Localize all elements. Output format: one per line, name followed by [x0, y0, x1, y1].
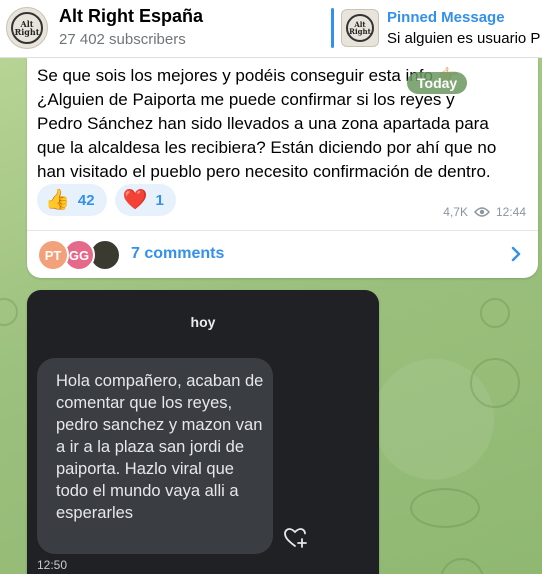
pinned-thumbnail: Alt Right [341, 9, 379, 47]
eye-icon [473, 207, 490, 217]
heart-plus-icon [284, 528, 307, 548]
date-pill: Today [407, 72, 468, 94]
commenter-avatar: PT [37, 239, 69, 271]
screenshot-message-bubble: Hola compañero, acaban de comentar que l… [37, 358, 273, 554]
reaction-thumbs-up[interactable]: 👍 42 [37, 184, 107, 216]
post-time: 12:44 [495, 205, 526, 219]
avatar-text-line2: Right [14, 27, 40, 37]
comments-button[interactable]: PT GG 7 comments [27, 231, 538, 278]
photo-attachment[interactable]: hoy Hola compañero, acaban de comentar q… [27, 290, 379, 574]
reaction-count: 1 [155, 191, 164, 209]
heart-icon: ❤️ [122, 189, 148, 211]
pinned-indicator [331, 8, 334, 48]
channel-logo-icon: Alt Right [11, 12, 43, 44]
pinned-title: Pinned Message [387, 9, 505, 26]
reaction-count: 42 [77, 191, 95, 209]
post-meta: 4,7K 12:44 [443, 205, 526, 219]
avatar-initials: GG [68, 247, 90, 263]
chat-header: Alt Right Alt Right España 27 402 subscr… [0, 0, 542, 58]
chevron-right-icon [511, 246, 521, 262]
screenshot-time: 12:50 [37, 558, 68, 572]
comments-label: 7 comments [131, 245, 225, 262]
view-count: 4,7K [443, 205, 468, 219]
reaction-heart[interactable]: ❤️ 1 [114, 184, 176, 216]
thumbs-up-icon: 👍 [45, 189, 70, 211]
avatar-text-line2: Right [349, 27, 371, 36]
channel-logo-icon: Alt Right [346, 14, 374, 42]
channel-title[interactable]: Alt Right España [59, 6, 203, 27]
screenshot-message-text: Hola compañero, acaban de comentar que l… [56, 372, 264, 522]
channel-avatar[interactable]: Alt Right [6, 7, 48, 49]
pinned-message-bar[interactable]: Alt Right Pinned Message Si alguien es u… [331, 8, 542, 48]
channel-post: Se que sois los mejores y podéis consegu… [27, 58, 538, 278]
photo-date-header: hoy [190, 314, 216, 330]
reactions: 👍 42 ❤️ 1 [37, 184, 176, 216]
subscriber-count: 27 402 subscribers [59, 31, 186, 48]
pinned-preview: Si alguien es usuario P [387, 30, 541, 47]
avatar-initials: PT [44, 247, 62, 263]
